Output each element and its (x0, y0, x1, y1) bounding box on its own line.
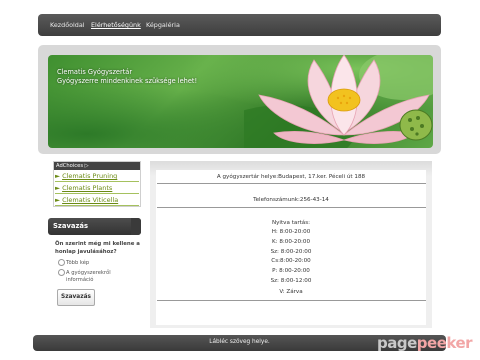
ad-box: AdChoices ▷ ► Clematis Pruning ► Clemati… (53, 161, 141, 207)
poll-question: Ön szerint még mi kellene a honlap javul… (55, 241, 140, 255)
nav-link-gallery[interactable]: Képgaléria (146, 21, 180, 29)
hero-title: Clematis Gyógyszertár Gyógyszerre minden… (57, 68, 197, 86)
site-slogan: Gyógyszerre mindenkinek szüksége lehet! (57, 77, 198, 85)
poll-option-more-images[interactable]: Több kép (58, 259, 89, 267)
pagepeeker-watermark: pagepeeker (377, 334, 473, 352)
hours-thursday: Cs:8:00-20:00 (271, 258, 311, 264)
divider (157, 207, 426, 208)
heading-tab-decoration (131, 218, 141, 235)
site-title: Clematis Gyógyszertár (57, 68, 133, 76)
hours-wednesday: Sz: 8:00-20:00 (270, 249, 312, 255)
ad-link-clematis-viticella[interactable]: ► Clematis Viticella (55, 195, 139, 206)
top-navigation: Kezdőoldal Elérhetőségünk Képgaléria (38, 14, 441, 36)
pharmacy-address: A gyógyszertár helye:Budapest, 17.ker. P… (216, 174, 366, 180)
ad-link-clematis-plants[interactable]: ► Clematis Plants (55, 183, 139, 194)
opening-hours-title: Nyitva tartás: (271, 220, 311, 226)
adchoices-label[interactable]: AdChoices ▷ (54, 162, 140, 170)
divider (157, 300, 426, 301)
nav-link-contact[interactable]: Elérhetőségünk (91, 21, 141, 29)
ad-link-clematis-pruning[interactable]: ► Clematis Pruning (55, 171, 139, 182)
hours-monday: H: 8:00-20:00 (271, 229, 311, 235)
vote-button[interactable]: Szavazás (57, 289, 95, 306)
phone-number: Telefonszámunk:256-43-14 (253, 197, 329, 203)
hours-friday: P: 8:00-20:00 (272, 268, 310, 274)
radio-button[interactable] (58, 259, 65, 266)
lotus-flower-image (244, 55, 433, 148)
nav-link-home[interactable]: Kezdőoldal (50, 21, 85, 29)
radio-button[interactable] (58, 269, 65, 276)
poll-heading: Szavazás (48, 218, 141, 235)
hours-tuesday: K: 8:00-20:00 (271, 239, 311, 245)
hours-sunday: V: Zárva (279, 289, 303, 295)
hours-saturday: Sz: 8:00-12:00 (270, 278, 312, 284)
content-area (156, 170, 426, 325)
divider (157, 183, 426, 184)
poll-option-drug-info[interactable]: A gyógyszerekről információ (58, 269, 111, 284)
